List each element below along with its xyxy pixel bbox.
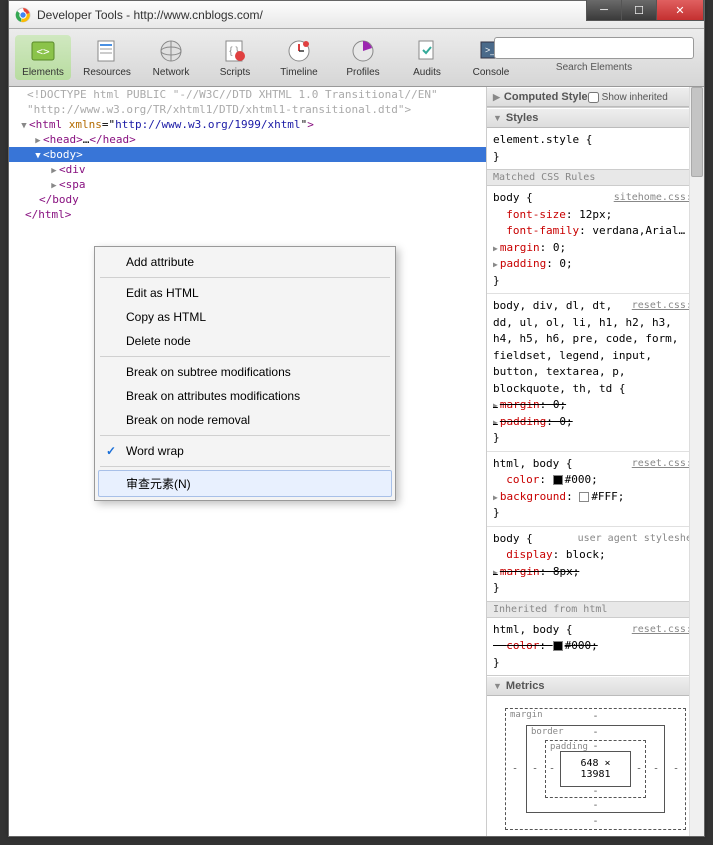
- doctype-line-2[interactable]: "http://www.w3.org/TR/xhtml1/DTD/xhtml1-…: [9, 102, 486, 117]
- metrics-header[interactable]: ▼Metrics: [487, 676, 704, 696]
- minimize-button[interactable]: ─: [586, 0, 622, 21]
- cm-copy-as-html[interactable]: Copy as HTML: [98, 305, 392, 329]
- dom-div-node[interactable]: ▶<div: [9, 162, 486, 177]
- dom-body-node-selected[interactable]: ▼<body>: [9, 147, 486, 162]
- source-link[interactable]: sitehome.css:1: [614, 190, 698, 205]
- cm-delete-node[interactable]: Delete node: [98, 329, 392, 353]
- maximize-button[interactable]: ☐: [621, 0, 657, 21]
- close-button[interactable]: ✕: [656, 0, 704, 21]
- doctype-line[interactable]: <!DOCTYPE html PUBLIC "-//W3C//DTD XHTML…: [9, 87, 486, 102]
- search-label: Search Elements: [494, 62, 694, 73]
- search-input[interactable]: [494, 37, 694, 59]
- profiles-icon: [349, 37, 377, 65]
- show-inherited-checkbox[interactable]: [588, 92, 599, 103]
- source-link: user agent styleshe…: [578, 531, 698, 546]
- main-content: <!DOCTYPE html PUBLIC "-//W3C//DTD XHTML…: [9, 87, 704, 836]
- tab-scripts[interactable]: { } Scripts: [207, 37, 263, 78]
- tab-resources[interactable]: Resources: [79, 37, 135, 78]
- show-inherited-toggle[interactable]: Show inherited: [588, 92, 668, 103]
- dom-head-node[interactable]: ▶<head>…</head>: [9, 132, 486, 147]
- css-rule-inherited[interactable]: reset.css:7 html, body { color: #000; }: [487, 618, 704, 676]
- css-rule-reset[interactable]: reset.css:7 body, div, dl, dt, dd, ul, o…: [487, 293, 704, 451]
- styles-header[interactable]: ▼Styles: [487, 108, 704, 128]
- audits-icon: [413, 37, 441, 65]
- css-rule-htmlbody[interactable]: reset.css:7 html, body { color: #000; ▶b…: [487, 451, 704, 526]
- titlebar: Developer Tools - http://www.cnblogs.com…: [9, 1, 704, 29]
- cm-edit-as-html[interactable]: Edit as HTML: [98, 281, 392, 305]
- tab-elements[interactable]: <> Elements: [15, 35, 71, 80]
- tab-audits[interactable]: Audits: [399, 37, 455, 78]
- dom-html-node[interactable]: ▼<html xmlns="http://www.w3.org/1999/xht…: [9, 117, 486, 132]
- window-title: Developer Tools - http://www.cnblogs.com…: [37, 8, 263, 22]
- scroll-thumb[interactable]: [691, 87, 703, 177]
- dom-html-close[interactable]: </html>: [9, 207, 486, 222]
- window-controls: ─ ☐ ✕: [587, 0, 704, 21]
- search-container: Search Elements: [494, 37, 694, 73]
- dom-tree-panel[interactable]: <!DOCTYPE html PUBLIC "-//W3C//DTD XHTML…: [9, 87, 487, 836]
- check-icon: ✓: [106, 444, 116, 458]
- cm-inspect-element[interactable]: 审查元素(N): [98, 470, 392, 497]
- timeline-icon: [285, 37, 313, 65]
- cm-add-attribute[interactable]: Add attribute: [98, 250, 392, 274]
- tab-network[interactable]: Network: [143, 37, 199, 78]
- tab-profiles[interactable]: Profiles: [335, 37, 391, 78]
- computed-style-header[interactable]: ▶Computed Style Show inherited: [487, 87, 704, 107]
- cm-word-wrap[interactable]: ✓Word wrap: [98, 439, 392, 463]
- scripts-icon: { }: [221, 37, 249, 65]
- dom-body-close[interactable]: </body: [9, 192, 486, 207]
- chrome-icon: [15, 7, 31, 23]
- metrics-content-size: 648 × 13981: [560, 751, 631, 787]
- cm-break-removal[interactable]: Break on node removal: [98, 408, 392, 432]
- element-style-rule[interactable]: element.style { }: [487, 128, 704, 169]
- css-rule-body[interactable]: sitehome.css:1 body { font-size: 12px; f…: [487, 186, 704, 293]
- cm-break-subtree[interactable]: Break on subtree modifications: [98, 360, 392, 384]
- resources-icon: [93, 37, 121, 65]
- network-icon: [157, 37, 185, 65]
- styles-sidebar[interactable]: ▶Computed Style Show inherited ▼Styles e…: [487, 87, 704, 836]
- inherited-header: Inherited from html: [487, 601, 704, 618]
- devtools-window: Developer Tools - http://www.cnblogs.com…: [8, 0, 705, 837]
- sidebar-scrollbar[interactable]: [689, 87, 704, 836]
- context-menu: Add attribute Edit as HTML Copy as HTML …: [94, 246, 396, 501]
- tab-timeline[interactable]: Timeline: [271, 37, 327, 78]
- css-rule-ua[interactable]: user agent styleshe… body { display: blo…: [487, 526, 704, 601]
- elements-icon: <>: [29, 37, 57, 65]
- svg-text:<>: <>: [36, 45, 50, 58]
- dom-span-node[interactable]: ▶<spa: [9, 177, 486, 192]
- cm-break-attributes[interactable]: Break on attributes modifications: [98, 384, 392, 408]
- metrics-box[interactable]: margin - - - - border - - - - padding: [487, 696, 704, 836]
- matched-rules-header: Matched CSS Rules: [487, 169, 704, 186]
- toolbar: <> Elements Resources Network { } Script…: [9, 29, 704, 87]
